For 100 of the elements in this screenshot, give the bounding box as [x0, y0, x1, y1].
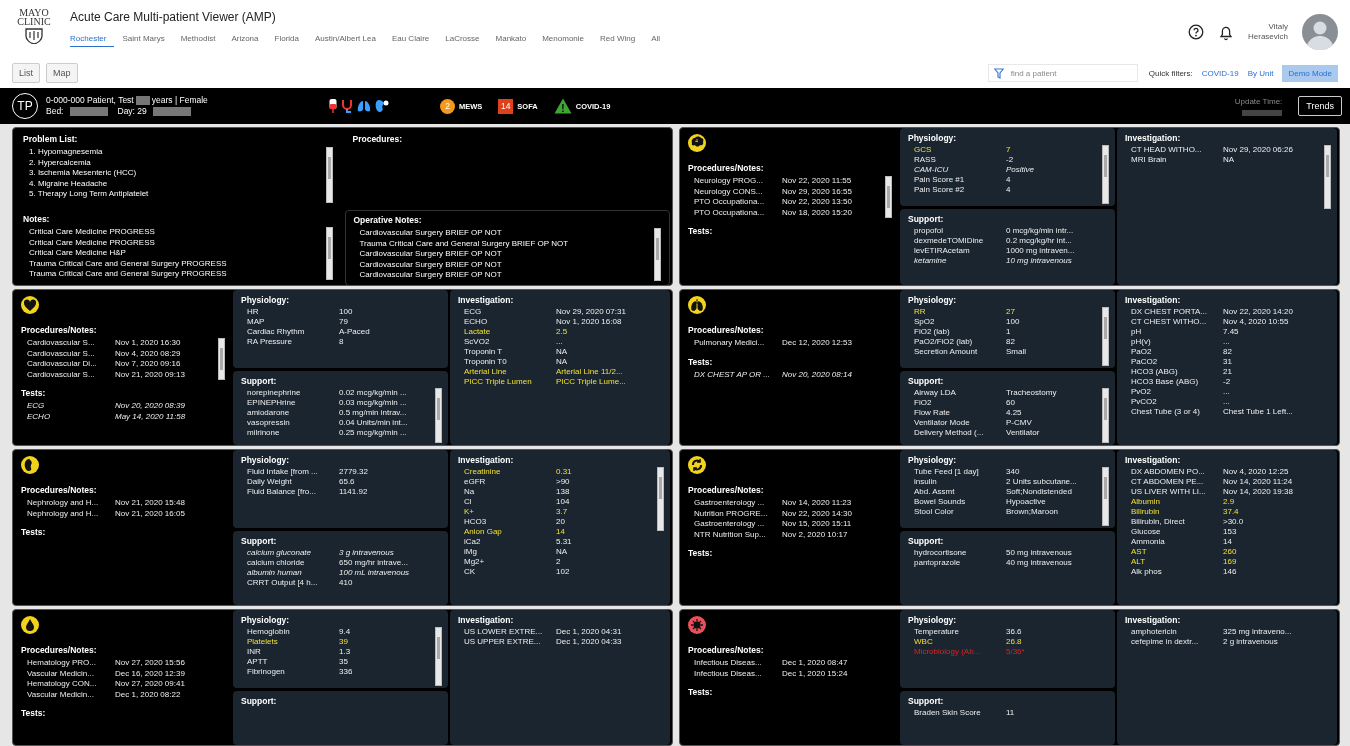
- location-tab[interactable]: All: [643, 32, 669, 47]
- note-label[interactable]: Gastroenterology ...: [694, 498, 782, 509]
- physiology-label: SpO2: [914, 317, 936, 327]
- list-item[interactable]: 5. Therapy Long Term Antiplatelet: [29, 189, 322, 200]
- note-label[interactable]: Cardiovascular S...: [27, 338, 115, 349]
- location-tab[interactable]: Eau Claire: [383, 32, 438, 47]
- location-tab[interactable]: Arizona: [223, 32, 267, 47]
- support-value: 11: [1006, 708, 1016, 718]
- note-label[interactable]: Neurology PROG...: [694, 176, 782, 187]
- location-tab[interactable]: Florida: [266, 32, 307, 47]
- scrollbar[interactable]: [1102, 307, 1109, 366]
- location-tab[interactable]: LaCrosse: [437, 32, 488, 47]
- hospital-day: Day: 29: [117, 106, 147, 117]
- scrollbar[interactable]: [325, 147, 333, 203]
- trends-button[interactable]: Trends: [1298, 96, 1342, 116]
- note-label[interactable]: Infectious Diseas...: [694, 658, 782, 669]
- scrollbar[interactable]: [885, 176, 892, 218]
- list-item[interactable]: 4. Migraine Headache: [29, 178, 322, 189]
- redaction-block: [152, 107, 191, 116]
- note-label[interactable]: Nutrition PROGRE...: [694, 508, 782, 519]
- support-value: Ventilator: [1006, 428, 1041, 438]
- search-field[interactable]: find a patient: [987, 64, 1138, 82]
- note-label[interactable]: PTO Occupationa...: [694, 207, 782, 218]
- investigation-label: Alk phos: [1131, 567, 1163, 577]
- physiology-value: 1.3: [339, 647, 352, 657]
- section-title: Investigation:: [1125, 615, 1182, 625]
- list-item[interactable]: Critical Care Medicine H&P: [29, 248, 322, 259]
- scrollbar[interactable]: [657, 467, 664, 531]
- investigation-value: 14: [1223, 537, 1233, 547]
- scrollbar[interactable]: [654, 228, 661, 281]
- note-value: Nov 21, 2020 16:05: [115, 508, 186, 519]
- note-label[interactable]: Vascular Medicin...: [27, 668, 115, 679]
- note-label[interactable]: PTO Occupationa...: [694, 197, 782, 208]
- investigation-label: amphotericin: [1131, 627, 1178, 637]
- list-item[interactable]: 1. Hypomagnesemia: [29, 147, 322, 158]
- note-label[interactable]: NTR Nutrition Sup...: [694, 529, 782, 540]
- note-label[interactable]: Pulmonary Medici...: [694, 338, 782, 349]
- list-item[interactable]: Trauma Critical Care and General Surgery BRIEF OP NOT: [359, 238, 650, 249]
- support-value: 3 g intravenous: [339, 548, 395, 558]
- list-item[interactable]: 3. Ischemia Mesenteric (HCC): [29, 168, 322, 179]
- scrollbar[interactable]: [1102, 467, 1109, 526]
- physiology-value: 1: [1006, 327, 1012, 337]
- location-tab[interactable]: Menomonie: [534, 32, 592, 47]
- location-tab[interactable]: Rochester: [70, 32, 115, 47]
- investigation-label: ALT: [1131, 557, 1147, 567]
- scrollbar[interactable]: [435, 388, 442, 443]
- physiology-label: Platelets: [247, 637, 279, 647]
- view-button[interactable]: List: [12, 63, 40, 83]
- investigation-label: PvO2: [1131, 387, 1152, 397]
- list-item[interactable]: Critical Care Medicine PROGRESS: [29, 237, 322, 248]
- note-label[interactable]: Infectious Diseas...: [694, 668, 782, 679]
- quick-filter-link[interactable]: COVID-19: [1201, 68, 1239, 78]
- note-value: Nov 29, 2020 16:55: [782, 186, 853, 197]
- quick-filter-link[interactable]: By Unit: [1247, 68, 1274, 78]
- list-item[interactable]: Cardiovascular Surgery BRIEF OP NOT: [359, 249, 650, 260]
- avatar-icon: [1302, 14, 1338, 50]
- location-tab[interactable]: Methodist: [172, 32, 224, 47]
- list-item[interactable]: Cardiovascular Surgery BRIEF OP NOT: [359, 228, 650, 239]
- location-tab[interactable]: Mankato: [487, 32, 535, 47]
- location-tab[interactable]: Saint Marys: [114, 32, 173, 47]
- scrollbar[interactable]: [1102, 145, 1109, 204]
- note-label[interactable]: Cardiovascular S...: [27, 348, 115, 359]
- investigation-value: 2.9: [1223, 497, 1236, 507]
- warning-icon: !: [553, 98, 572, 114]
- investigation-value: Nov 29, 2020 07:31: [556, 307, 627, 317]
- note-value: Nov 27, 2020 09:41: [115, 679, 186, 690]
- physiology-value: Hypoactive: [1006, 497, 1047, 507]
- note-label[interactable]: Nephrology and H...: [27, 508, 115, 519]
- scrollbar[interactable]: [1324, 145, 1331, 209]
- score-badge: 14: [498, 98, 514, 114]
- section-title: Procedures/Notes:: [688, 163, 765, 173]
- view-button[interactable]: Map: [46, 63, 78, 83]
- note-label[interactable]: Vascular Medicin...: [27, 689, 115, 700]
- lungs-device-icon: [356, 98, 372, 114]
- note-label[interactable]: Hematology PRO...: [27, 658, 115, 669]
- note-label[interactable]: Cardiovascular Di...: [27, 359, 115, 370]
- support-value: 40 mg intravenous: [1006, 558, 1073, 568]
- list-item[interactable]: 2. Hypercalcemia: [29, 157, 322, 168]
- list-item[interactable]: Trauma Critical Care and General Surgery PROGRESS: [29, 269, 322, 280]
- location-tab[interactable]: Red Wing: [592, 32, 644, 47]
- note-label[interactable]: Nephrology and H...: [27, 498, 115, 509]
- support-label: EPINEPHrine: [247, 398, 297, 408]
- list-item[interactable]: Critical Care Medicine PROGRESS: [29, 227, 322, 238]
- scrollbar[interactable]: [435, 627, 442, 686]
- investigation-value: 31: [1223, 357, 1233, 367]
- location-tab[interactable]: Austin/Albert Lea: [306, 32, 384, 47]
- section-title: Support:: [908, 376, 945, 386]
- list-item[interactable]: Cardiovascular Surgery BRIEF OP NOT: [359, 270, 650, 281]
- investigation-label: HCO3: [464, 517, 488, 527]
- list-item[interactable]: Cardiovascular Surgery BRIEF OP NOT: [359, 259, 650, 270]
- note-label[interactable]: Hematology CON...: [27, 679, 115, 690]
- list-item[interactable]: Trauma Critical Care and General Surgery PROGRESS: [29, 258, 322, 269]
- scrollbar[interactable]: [325, 227, 333, 280]
- support-label: Airway LDA: [914, 388, 957, 398]
- note-label[interactable]: Neurology CONS...: [694, 186, 782, 197]
- scrollbar[interactable]: [1102, 388, 1109, 443]
- scrollbar[interactable]: [218, 338, 225, 380]
- note-label[interactable]: Cardiovascular S...: [27, 369, 115, 380]
- support-label: albumin human: [247, 568, 303, 578]
- note-label[interactable]: Gastroenterology ...: [694, 519, 782, 530]
